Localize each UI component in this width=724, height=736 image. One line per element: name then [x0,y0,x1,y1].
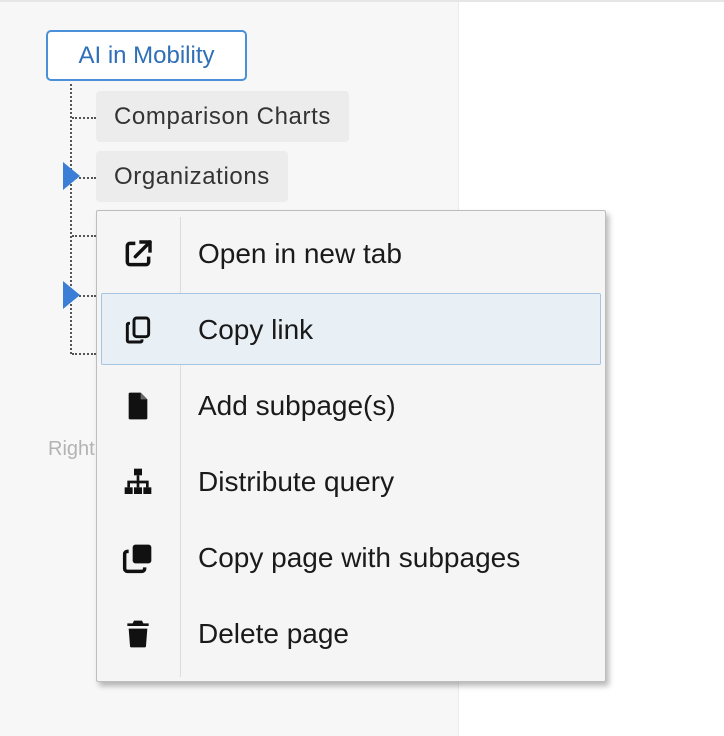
tree-root-node[interactable]: AI in Mobility [46,30,247,81]
menu-item-label: Open in new tab [198,238,402,269]
tree-node-label: Comparison Charts [114,102,331,130]
context-menu: Open in new tab Copy link Add subpage(s) [96,210,606,682]
tree-node-comparison-charts[interactable]: Comparison Charts [96,91,349,142]
tree-node-organizations[interactable]: Organizations [96,151,288,202]
menu-item-copy-page-with-subpages[interactable]: Copy page with subpages [101,521,601,593]
trash-icon [122,618,154,650]
tree-node-label: Organizations [114,162,270,190]
menu-item-distribute-query[interactable]: Distribute query [101,445,601,517]
tree-root-label: AI in Mobility [78,41,215,69]
copy-pages-icon [122,542,154,574]
expand-arrow-icon[interactable] [63,281,80,309]
tree-connector-5 [72,353,96,355]
tree-connector-1 [72,117,96,119]
expand-arrow-icon[interactable] [63,162,80,190]
menu-item-label: Distribute query [198,466,395,497]
tree-connector-vertical [70,84,72,354]
file-icon [122,390,154,422]
faded-text: Right [48,438,95,460]
menu-item-delete-page[interactable]: Delete page [101,597,601,669]
tree-connector-3 [72,235,96,237]
menu-item-add-subpages[interactable]: Add subpage(s) [101,369,601,441]
menu-item-label: Copy page with subpages [198,542,521,573]
menu-item-label: Copy link [198,314,314,345]
external-link-icon [122,238,154,270]
copy-link-icon [122,314,154,346]
menu-item-copy-link[interactable]: Copy link [101,293,601,365]
menu-item-label: Add subpage(s) [198,390,396,421]
menu-item-open-in-new-tab[interactable]: Open in new tab [101,217,601,289]
menu-item-label: Delete page [198,618,350,649]
sitemap-icon [122,466,154,498]
